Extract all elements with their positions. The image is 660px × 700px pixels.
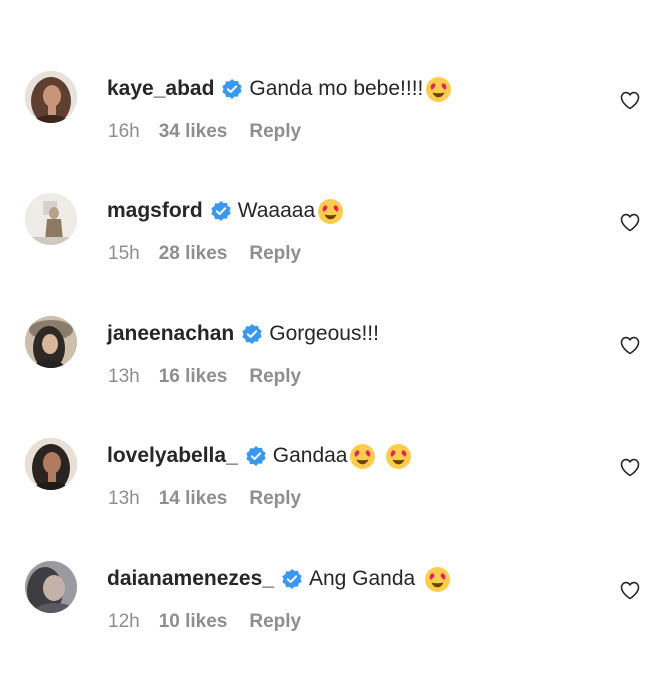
reply-button[interactable]: Reply xyxy=(249,243,301,265)
heart-outline-icon[interactable] xyxy=(620,91,640,110)
heart-eyes-emoji xyxy=(349,443,376,470)
comment-timestamp: 13h xyxy=(108,488,140,509)
reply-button[interactable]: Reply xyxy=(249,611,301,633)
comment-likes-count[interactable]: 16 likes xyxy=(159,366,228,388)
avatar[interactable] xyxy=(25,561,77,613)
comment-item: magsford Waaaaa 15h 28 likes Reply xyxy=(0,193,660,315)
heart-eyes-emoji xyxy=(317,198,344,225)
heart-eyes-emoji xyxy=(425,76,452,103)
comment-item: lovelyabella_ Gandaa 13h 14 likes Reply xyxy=(0,438,660,560)
comment-text: Gorgeous!!! xyxy=(269,322,379,345)
comment-username[interactable]: janeenachan xyxy=(107,322,234,346)
avatar[interactable] xyxy=(25,71,77,123)
heart-outline-icon[interactable] xyxy=(620,213,640,232)
comment-item: janeenachan Gorgeous!!! 13h 16 likes Rep… xyxy=(0,316,660,438)
reply-button[interactable]: Reply xyxy=(249,488,301,510)
comment-username[interactable]: magsford xyxy=(107,199,203,223)
heart-outline-icon[interactable] xyxy=(620,581,640,600)
reply-button[interactable]: Reply xyxy=(249,366,301,388)
heart-outline-icon[interactable] xyxy=(620,336,640,355)
comment-username[interactable]: daianamenezes_ xyxy=(107,567,274,591)
comment-text: Waaaaa xyxy=(237,199,316,222)
comment-likes-count[interactable]: 34 likes xyxy=(159,121,228,143)
reply-button[interactable]: Reply xyxy=(249,121,301,143)
avatar[interactable] xyxy=(25,193,77,245)
verified-badge-icon xyxy=(246,446,266,466)
comment-item: daianamenezes_ Ang Ganda 12h 10 likes Re… xyxy=(0,561,660,683)
comment-timestamp: 13h xyxy=(108,366,140,387)
comment-likes-count[interactable]: 28 likes xyxy=(159,243,228,265)
verified-badge-icon xyxy=(242,324,262,344)
verified-badge-icon xyxy=(282,569,302,589)
heart-eyes-emoji xyxy=(424,566,451,593)
comment-likes-count[interactable]: 10 likes xyxy=(159,611,228,633)
comment-likes-count[interactable]: 14 likes xyxy=(159,488,228,510)
avatar[interactable] xyxy=(25,316,77,368)
comment-item: kaye_abad Ganda mo bebe!!!! 16h 34 likes… xyxy=(0,71,660,193)
avatar[interactable] xyxy=(25,438,77,490)
verified-badge-icon xyxy=(210,201,231,221)
heart-outline-icon[interactable] xyxy=(620,458,640,477)
comment-text: Gandaa xyxy=(272,444,348,467)
comment-timestamp: 15h xyxy=(108,243,140,264)
comment-username[interactable]: lovelyabella_ xyxy=(107,444,238,468)
comment-timestamp: 12h xyxy=(108,611,140,632)
comment-username[interactable]: kaye_abad xyxy=(107,77,214,101)
verified-badge-icon xyxy=(222,79,243,99)
comment-text: Ang Ganda xyxy=(308,567,416,590)
comment-text: Ganda mo bebe!!!! xyxy=(249,77,424,100)
comment-timestamp: 16h xyxy=(108,121,140,142)
heart-eyes-emoji xyxy=(385,443,412,470)
